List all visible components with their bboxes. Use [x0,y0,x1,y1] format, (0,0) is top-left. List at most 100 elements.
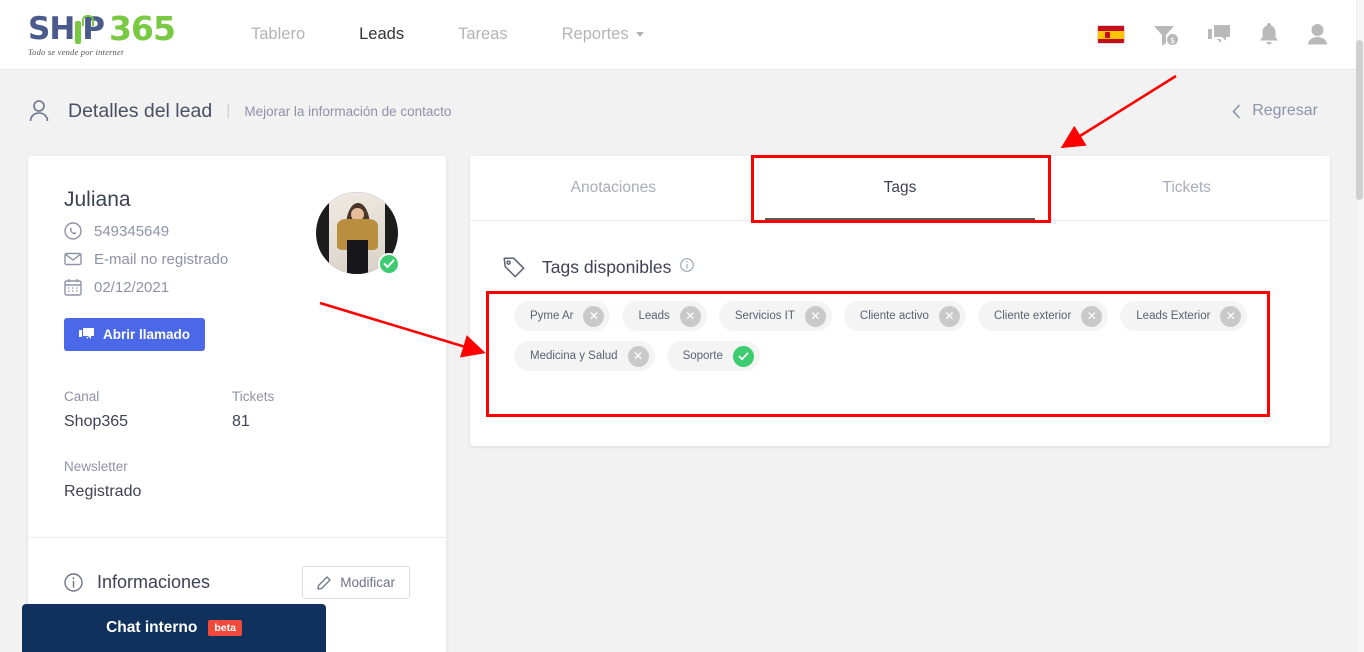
tag-chip-label: Soporte [682,350,723,362]
nav-item-tablero[interactable]: Tablero [224,25,332,44]
panel-tabs: Anotaciones Tags Tickets [470,156,1330,221]
chevron-left-icon [1232,103,1241,119]
open-call-button[interactable]: Abrir llamado [64,318,206,351]
close-icon[interactable]: ✕ [1220,305,1242,327]
logo-text-shop: SH [28,11,75,47]
app-logo[interactable]: SH P 365 Todo se vende por internet [28,11,176,57]
logo-text-365: 365 [109,9,176,48]
informations-header: Informaciones Modificar [28,538,446,599]
chevron-down-icon [635,32,644,38]
lead-fields: Canal Shop365 Tickets 81 Newsletter Regi… [28,351,446,501]
field-tickets-value: 81 [232,413,250,430]
check-icon[interactable] [732,345,754,367]
field-canal: Canal Shop365 [64,389,232,431]
lead-email-value: E-mail no registrado [94,250,229,268]
back-button[interactable]: Regresar [1232,102,1318,120]
nav-item-reportes[interactable]: Reportes [535,25,671,44]
spain-flag-icon[interactable] [1097,25,1125,44]
bell-icon[interactable] [1259,23,1279,46]
lead-date-value: 02/12/2021 [94,278,170,296]
modify-button-label: Modificar [340,575,395,590]
internal-chat-label: Chat interno [106,619,198,636]
tag-icon [503,257,525,278]
field-tickets-label: Tickets [232,389,275,404]
pencil-icon [317,575,332,590]
logo-tagline: Todo se vende por internet [28,47,124,57]
tag-chip-label: Leads [638,310,670,322]
open-call-button-label: Abrir llamado [103,327,191,342]
person-icon [29,100,49,122]
tag-chip[interactable]: Leads Exterior ✕ [1120,301,1248,331]
tag-chip[interactable]: Cliente exterior ✕ [977,301,1109,331]
lead-details-card: Juliana 549345649 E-mail no registrado 0… [28,156,446,652]
tags-section-header: Tags disponibles [470,221,1330,279]
funnel-dollar-icon[interactable]: $ [1153,24,1179,46]
verified-check-icon [378,253,400,275]
close-icon[interactable]: ✕ [1081,305,1103,327]
tag-chip-label: Leads Exterior [1136,310,1211,322]
close-icon[interactable]: ✕ [679,305,701,327]
title-separator: | [226,102,231,119]
close-icon[interactable]: ✕ [627,345,649,367]
chat-icon [79,327,94,339]
field-row-2: Newsletter Registrado [64,459,410,501]
lead-date-row: 02/12/2021 [64,278,410,296]
nav-item-tareas[interactable]: Tareas [431,25,535,44]
back-button-label: Regresar [1252,102,1318,119]
page-root: SH P 365 Todo se vende por internet Tabl… [0,0,1364,652]
field-newsletter: Newsletter Registrado [64,459,232,501]
breadcrumb: Detalles del lead | Mejorar la informaci… [28,99,451,123]
tab-tags[interactable]: Tags [757,156,1044,221]
close-icon[interactable]: ✕ [583,305,605,327]
tab-anotaciones[interactable]: Anotaciones [470,156,757,220]
info-circle-icon[interactable] [680,257,695,277]
tags-section-title: Tags disponibles [542,256,672,277]
field-canal-label: Canal [64,389,100,404]
shopping-bag-icon [75,15,95,44]
avatar[interactable] [316,192,400,275]
info-circle-icon [64,573,83,592]
lead-panel-card: Anotaciones Tags Tickets Tags disponible… [470,156,1330,446]
tag-chip-label: Cliente activo [859,310,929,322]
field-canal-value: Shop365 [64,413,129,430]
beta-badge: beta [208,620,242,636]
page-scrollbar[interactable] [1356,0,1364,652]
tag-chip[interactable]: Leads ✕ [622,301,707,331]
tab-tickets[interactable]: Tickets [1043,156,1330,220]
svg-text:$: $ [1170,36,1175,45]
tag-chip-label: Cliente exterior [993,310,1072,322]
tags-chip-list: Pyme Ar ✕ Leads ✕ Servicios IT ✕ Cliente… [470,279,1270,371]
tag-chip-label: Medicina y Salud [530,350,618,362]
lead-phone-value: 549345649 [94,222,170,240]
nav-item-leads[interactable]: Leads [332,25,431,44]
scrollbar-thumb[interactable] [1356,40,1363,200]
page-title: Detalles del lead [68,99,213,122]
lead-header: Juliana 549345649 E-mail no registrado 0… [28,156,446,296]
top-navbar: SH P 365 Todo se vende por internet Tabl… [0,0,1356,70]
informations-title: Informaciones [97,572,211,592]
field-newsletter-value: Registrado [64,483,142,500]
envelope-icon [64,252,82,266]
tag-chip[interactable]: Servicios IT ✕ [718,301,832,331]
tag-chip-label: Pyme Ar [530,310,574,322]
navbar-icon-group: $ [1097,23,1328,46]
whatsapp-icon [64,222,82,240]
tag-chip-label: Servicios IT [734,310,795,322]
nav-item-reportes-label: Reportes [561,25,629,43]
tag-chip[interactable]: Medicina y Salud ✕ [514,341,655,371]
user-icon[interactable] [1307,23,1328,46]
page-subtitle: Mejorar la información de contacto [244,103,452,119]
field-row-1: Canal Shop365 Tickets 81 [64,389,410,431]
internal-chat-widget[interactable]: Chat interno beta [22,604,326,652]
field-newsletter-label: Newsletter [64,459,128,474]
page-subheader: Detalles del lead | Mejorar la informaci… [0,70,1356,152]
calendar-icon [64,279,82,296]
modify-button[interactable]: Modificar [302,566,410,599]
tag-chip[interactable]: Cliente activo ✕ [843,301,966,331]
tag-chip-selected[interactable]: Soporte [666,341,760,371]
close-icon[interactable]: ✕ [938,305,960,327]
chat-bubbles-icon[interactable] [1207,24,1231,46]
close-icon[interactable]: ✕ [804,305,826,327]
tag-chip[interactable]: Pyme Ar ✕ [514,301,611,331]
main-navigation: Tablero Leads Tareas Reportes [224,25,671,44]
